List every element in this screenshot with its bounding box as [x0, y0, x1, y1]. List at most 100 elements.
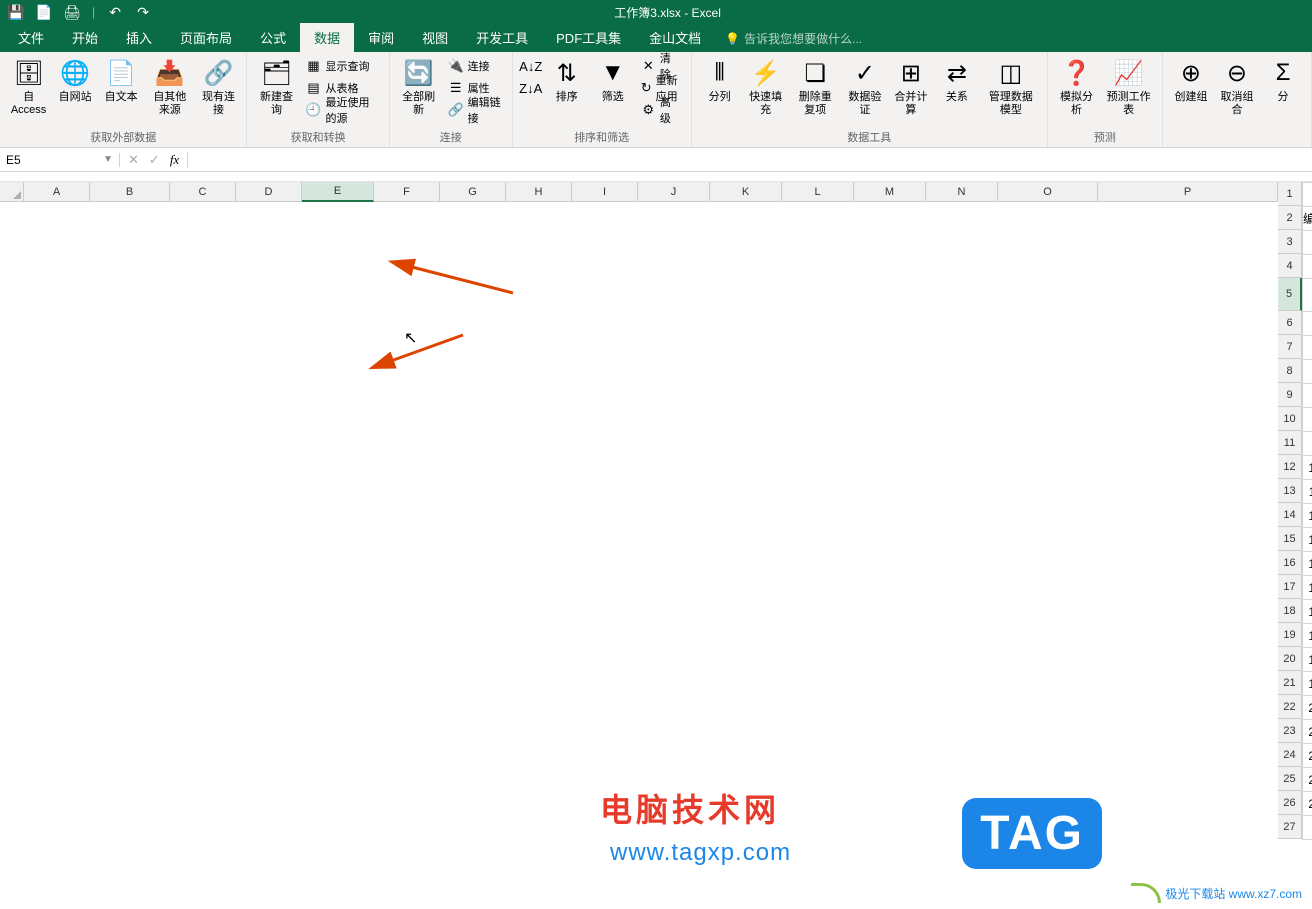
col-header-E[interactable]: E: [302, 182, 374, 202]
row-header-15[interactable]: 15: [1278, 527, 1302, 551]
cell[interactable]: 1: [1303, 231, 1312, 255]
from-other-button[interactable]: 📥自其他来源: [145, 55, 194, 119]
tab-home[interactable]: 开始: [58, 23, 112, 52]
save-icon[interactable]: 💾: [8, 4, 24, 20]
col-header-P[interactable]: P: [1098, 182, 1278, 202]
tab-pdf[interactable]: PDF工具集: [542, 23, 635, 52]
cell[interactable]: 22: [1303, 744, 1312, 768]
from-web-button[interactable]: 🌐自网站: [53, 55, 97, 106]
cell[interactable]: 14: [1303, 552, 1312, 576]
sort-za-button[interactable]: Z↓A: [519, 77, 543, 99]
tab-review[interactable]: 审阅: [354, 23, 408, 52]
tab-data[interactable]: 数据: [300, 23, 354, 52]
flash-fill-button[interactable]: ⚡快速填充: [744, 55, 788, 119]
data-model-button[interactable]: ◫管理数据模型: [981, 55, 1041, 119]
row-header-20[interactable]: 20: [1278, 647, 1302, 671]
row-header-19[interactable]: 19: [1278, 623, 1302, 647]
cell[interactable]: 13: [1303, 528, 1312, 552]
row-header-7[interactable]: 7: [1278, 335, 1302, 359]
col-header-O[interactable]: O: [998, 182, 1098, 202]
col-header-H[interactable]: H: [506, 182, 572, 202]
row-header-27[interactable]: 27: [1278, 815, 1302, 839]
new-query-button[interactable]: 🗂新建查询: [253, 55, 299, 119]
title-cell[interactable]: XXX公司员工信息: [1303, 183, 1312, 207]
from-access-button[interactable]: 🗄自 Access: [6, 55, 51, 119]
data-valid-button[interactable]: ✓数据验证: [843, 55, 887, 119]
sort-az-button[interactable]: A↓Z: [519, 55, 543, 77]
col-header-L[interactable]: L: [782, 182, 854, 202]
cell[interactable]: 8: [1303, 408, 1312, 432]
sort-button[interactable]: ⇅排序: [545, 55, 589, 106]
cell[interactable]: 15: [1303, 576, 1312, 600]
cell[interactable]: 2: [1303, 255, 1312, 279]
row-header-18[interactable]: 18: [1278, 599, 1302, 623]
cell[interactable]: 16: [1303, 600, 1312, 624]
col-header-F[interactable]: F: [374, 182, 440, 202]
row-header-23[interactable]: 23: [1278, 719, 1302, 743]
cell[interactable]: 9: [1303, 432, 1312, 456]
ungroup-button[interactable]: ⊖取消组合: [1215, 55, 1259, 119]
edit-links-button[interactable]: 🔗编辑链接: [444, 99, 506, 121]
undo-icon[interactable]: ↶: [107, 4, 123, 20]
col-header-K[interactable]: K: [710, 182, 782, 202]
subtotal-button[interactable]: Σ分: [1261, 55, 1305, 106]
col-header-I[interactable]: I: [572, 182, 638, 202]
tell-me-input[interactable]: 💡 告诉我您想要做什么...: [715, 25, 872, 52]
row-header-25[interactable]: 25: [1278, 767, 1302, 791]
refresh-all-button[interactable]: 🔄全部刷新: [396, 55, 442, 119]
fx-icon[interactable]: fx: [170, 152, 179, 168]
col-header-J[interactable]: J: [638, 182, 710, 202]
row-header-6[interactable]: 6: [1278, 311, 1302, 335]
relations-button[interactable]: ⇄关系: [935, 55, 979, 106]
header-cell[interactable]: 编号: [1303, 207, 1312, 231]
tab-layout[interactable]: 页面布局: [166, 23, 246, 52]
show-query-button[interactable]: ▦显示查询: [301, 55, 382, 77]
from-text-button[interactable]: 📄自文本: [99, 55, 143, 106]
row-header-10[interactable]: 10: [1278, 407, 1302, 431]
cell[interactable]: 20: [1303, 696, 1312, 720]
cell[interactable]: 4: [1303, 312, 1312, 336]
cell[interactable]: 19: [1303, 672, 1312, 696]
redo-icon[interactable]: ↷: [135, 4, 151, 20]
row-header-17[interactable]: 17: [1278, 575, 1302, 599]
cell[interactable]: 18: [1303, 648, 1312, 672]
row-header-12[interactable]: 12: [1278, 455, 1302, 479]
recent-src-button[interactable]: 🕘最近使用的源: [301, 99, 382, 121]
row-header-8[interactable]: 8: [1278, 359, 1302, 383]
row-header-2[interactable]: 2: [1278, 206, 1302, 230]
cell[interactable]: 23: [1303, 768, 1312, 792]
existing-conn-button[interactable]: 🔗现有连接: [196, 55, 240, 119]
col-header-A[interactable]: A: [24, 182, 90, 202]
row-header-3[interactable]: 3: [1278, 230, 1302, 254]
col-header-M[interactable]: M: [854, 182, 926, 202]
tab-formula[interactable]: 公式: [246, 23, 300, 52]
row-header-13[interactable]: 13: [1278, 479, 1302, 503]
tab-wps[interactable]: 金山文档: [635, 23, 715, 52]
group-button[interactable]: ⊕创建组: [1169, 55, 1213, 106]
name-box[interactable]: E5 ▼: [0, 153, 120, 167]
row-header-14[interactable]: 14: [1278, 503, 1302, 527]
cell[interactable]: 12: [1303, 504, 1312, 528]
chevron-down-icon[interactable]: ▼: [103, 154, 113, 165]
tab-view[interactable]: 视图: [408, 23, 462, 52]
row-header-1[interactable]: 1: [1278, 182, 1302, 206]
row-header-26[interactable]: 26: [1278, 791, 1302, 815]
row-header-9[interactable]: 9: [1278, 383, 1302, 407]
cell[interactable]: 3: [1303, 279, 1312, 312]
cell[interactable]: [1303, 816, 1312, 840]
col-header-G[interactable]: G: [440, 182, 506, 202]
cell[interactable]: 21: [1303, 720, 1312, 744]
cell[interactable]: 5: [1303, 336, 1312, 360]
cell[interactable]: 17: [1303, 624, 1312, 648]
row-header-24[interactable]: 24: [1278, 743, 1302, 767]
advanced-filter-button[interactable]: ⚙高级: [637, 99, 685, 121]
cell[interactable]: 6: [1303, 360, 1312, 384]
row-header-4[interactable]: 4: [1278, 254, 1302, 278]
col-header-C[interactable]: C: [170, 182, 236, 202]
print-icon[interactable]: 🖨: [64, 4, 80, 20]
cell[interactable]: 10: [1303, 456, 1312, 480]
remove-dup-button[interactable]: ❏删除重复项: [790, 55, 841, 119]
row-header-5[interactable]: 5: [1278, 278, 1302, 311]
cell[interactable]: 24: [1303, 792, 1312, 816]
cell[interactable]: 7: [1303, 384, 1312, 408]
